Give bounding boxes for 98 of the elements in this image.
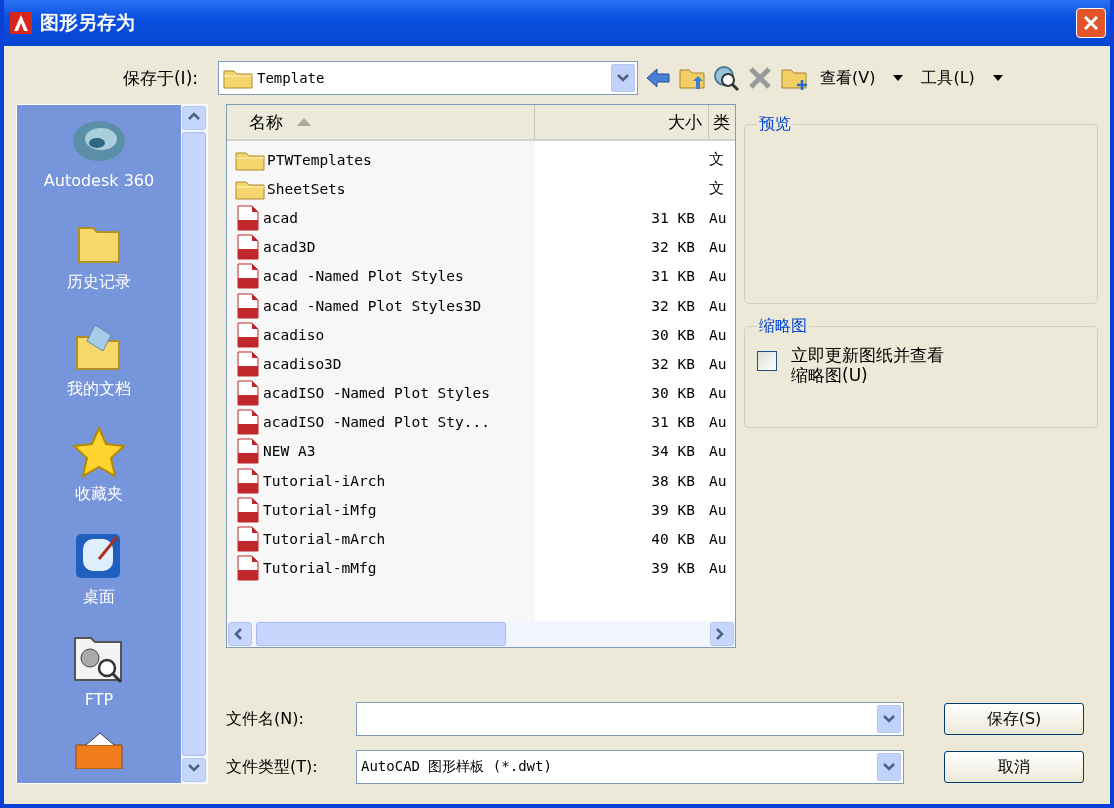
dwt-file-icon — [235, 496, 261, 523]
file-size: 31 KB — [650, 209, 696, 226]
dwt-file-icon — [235, 234, 261, 261]
file-name[interactable]: acadiso3D — [263, 355, 342, 372]
close-icon — [1083, 15, 1099, 31]
file-type: Au — [709, 209, 728, 226]
column-header[interactable]: 名称 — [227, 105, 535, 139]
file-size: 40 KB — [650, 531, 696, 548]
save-in-label: 保存于(I): — [122, 66, 199, 90]
file-size: 30 KB — [650, 326, 696, 343]
file-name[interactable]: Tutorial-mArch — [263, 531, 386, 548]
star-icon — [72, 426, 126, 478]
file-type: Au — [709, 297, 728, 314]
file-name[interactable]: PTWTemplates — [267, 151, 372, 168]
file-name[interactable]: acad3D — [263, 239, 316, 256]
file-type: Au — [709, 355, 728, 372]
window-title: 图形另存为 — [40, 10, 136, 35]
file-size: 39 KB — [650, 560, 696, 577]
file-name[interactable]: NEW A3 — [263, 443, 316, 460]
file-name[interactable]: Tutorial-iMfg — [263, 501, 377, 518]
save-button[interactable]: 保存(S) — [944, 703, 1084, 735]
file-type: 文 — [709, 150, 725, 170]
horizontal-scrollbar[interactable] — [227, 621, 735, 647]
caret-icon — [617, 74, 629, 82]
scroll-thumb[interactable] — [256, 622, 506, 646]
dwt-file-icon — [235, 321, 261, 348]
file-type: Au — [709, 560, 728, 577]
menu-button[interactable]: 查看(V) — [814, 67, 910, 89]
file-name[interactable]: Tutorial-mMfg — [263, 560, 377, 577]
file-name[interactable]: Tutorial-iArch — [263, 472, 386, 489]
menu-button[interactable]: 工具(L) — [915, 67, 1009, 89]
file-type: Au — [709, 531, 728, 548]
file-name[interactable]: acad — [263, 209, 298, 226]
file-size: 31 KB — [650, 414, 696, 431]
file-type: 文 — [709, 179, 725, 199]
file-type-dropdown[interactable]: AutoCAD 图形样板 (*.dwt) — [356, 750, 904, 784]
dropdown-triangle-icon — [992, 75, 1003, 81]
dwt-file-icon — [235, 555, 261, 582]
location-dropdown[interactable]: Template — [218, 61, 638, 95]
caret-icon — [883, 715, 895, 723]
file-type: Au — [709, 385, 728, 402]
dwt-file-icon — [235, 438, 261, 465]
dropdown-button[interactable] — [877, 753, 901, 781]
file-name[interactable]: acadISO -Named Plot Styles — [263, 385, 490, 402]
file-type: Au — [709, 443, 728, 460]
column-header[interactable]: 类 — [709, 105, 735, 139]
caret-icon — [883, 763, 895, 771]
file-size: 32 KB — [650, 355, 696, 372]
file-name[interactable]: acad -Named Plot Styles3D — [263, 297, 482, 314]
app-logo-icon — [10, 12, 32, 34]
dwt-file-icon — [235, 467, 261, 494]
file-type: Au — [709, 326, 728, 343]
dwt-file-icon — [235, 263, 261, 290]
file-type: Au — [709, 414, 728, 431]
briefcase-folder-icon — [72, 731, 126, 769]
dwt-file-icon — [235, 380, 261, 407]
close-button[interactable] — [1076, 8, 1106, 38]
file-type: Au — [709, 239, 728, 256]
file-size: 39 KB — [650, 501, 696, 518]
dwt-file-icon — [235, 350, 261, 377]
file-size: 30 KB — [650, 385, 696, 402]
file-type: Au — [709, 501, 728, 518]
checkbox[interactable] — [757, 351, 777, 371]
dwt-file-icon — [235, 292, 261, 319]
dwt-file-icon — [235, 526, 261, 553]
thumbnail-title: 缩略图 — [758, 316, 808, 337]
dropdown-triangle-icon — [893, 75, 904, 81]
dwt-file-icon — [235, 204, 261, 231]
file-size: 32 KB — [650, 297, 696, 314]
file-name-field[interactable] — [356, 702, 904, 736]
preview-title: 预览 — [758, 114, 792, 135]
file-type: Au — [709, 472, 728, 489]
sort-arrow-icon — [297, 118, 311, 126]
file-name[interactable]: acadiso — [263, 326, 325, 343]
file-size: 31 KB — [650, 268, 696, 285]
file-size: 34 KB — [650, 443, 696, 460]
cancel-button[interactable]: 取消 — [944, 751, 1084, 783]
vertical-scrollbar[interactable] — [181, 105, 207, 783]
file-size: 32 KB — [650, 239, 696, 256]
search-web-icon[interactable] — [712, 64, 740, 92]
dwt-file-icon — [235, 409, 261, 436]
file-type-label: 文件类型(T): — [226, 756, 319, 778]
file-name[interactable]: SheetSets — [267, 180, 346, 197]
scroll-up-button[interactable] — [182, 106, 206, 130]
dropdown-button[interactable] — [877, 705, 901, 733]
scroll-down-button[interactable] — [182, 758, 206, 782]
file-name[interactable]: acad -Named Plot Styles — [263, 268, 464, 285]
column-header[interactable]: 大小 — [535, 105, 709, 139]
scroll-right-button[interactable] — [710, 622, 734, 646]
checkbox-label: 立即更新图纸并查看缩略图(U) — [791, 345, 945, 385]
file-size: 38 KB — [650, 472, 696, 489]
folder-icon — [223, 67, 253, 89]
scroll-left-button[interactable] — [228, 622, 252, 646]
scroll-thumb[interactable] — [182, 132, 206, 756]
file-type: Au — [709, 268, 728, 285]
dropdown-button[interactable] — [611, 64, 635, 92]
file-name-label: 文件名(N): — [226, 708, 305, 730]
file-name[interactable]: acadISO -Named Plot Sty... — [263, 414, 490, 431]
